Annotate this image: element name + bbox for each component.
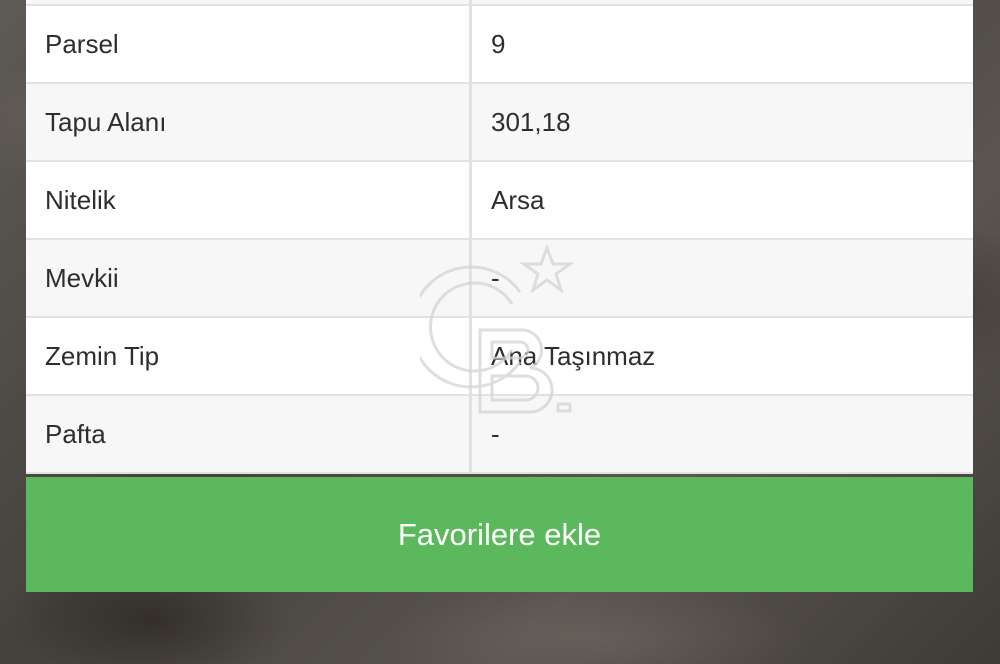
- table-row-mevkii: Mevkii -: [26, 240, 973, 318]
- table-cell-value: Ana Taşınmaz: [491, 340, 656, 371]
- table-cell-label: Zemin Tip: [26, 318, 472, 394]
- table-cell-value: Arsa: [491, 184, 545, 215]
- table-cell-label: Nitelik: [26, 162, 472, 238]
- table-cell-label: [26, 0, 472, 4]
- add-to-favorites-button[interactable]: Favorilere ekle: [26, 477, 973, 592]
- table-cell-label: Tapu Alanı: [26, 84, 472, 160]
- table-cell-value: -: [491, 418, 500, 449]
- table-cell-value: 301,18: [491, 106, 571, 137]
- table-cell-label: Mevkii: [26, 240, 472, 316]
- table-row-nitelik: Nitelik Arsa: [26, 162, 973, 240]
- table-cell-value: -: [491, 262, 500, 293]
- table-cell-label: Parsel: [26, 6, 472, 82]
- table-cell-value: 9: [491, 28, 506, 59]
- table-row-zemin-tip: Zemin Tip Ana Taşınmaz: [26, 318, 973, 396]
- table-row-tapu-alani: Tapu Alanı 301,18: [26, 84, 973, 162]
- table-row-parsel: Parsel 9: [26, 6, 973, 84]
- table-cell-label: Pafta: [26, 396, 472, 472]
- property-details-panel: Parsel 9 Tapu Alanı 301,18 Nitelik Arsa …: [26, 0, 973, 474]
- table-row-pafta: Pafta -: [26, 396, 973, 474]
- table-cell-value: [472, 0, 973, 4]
